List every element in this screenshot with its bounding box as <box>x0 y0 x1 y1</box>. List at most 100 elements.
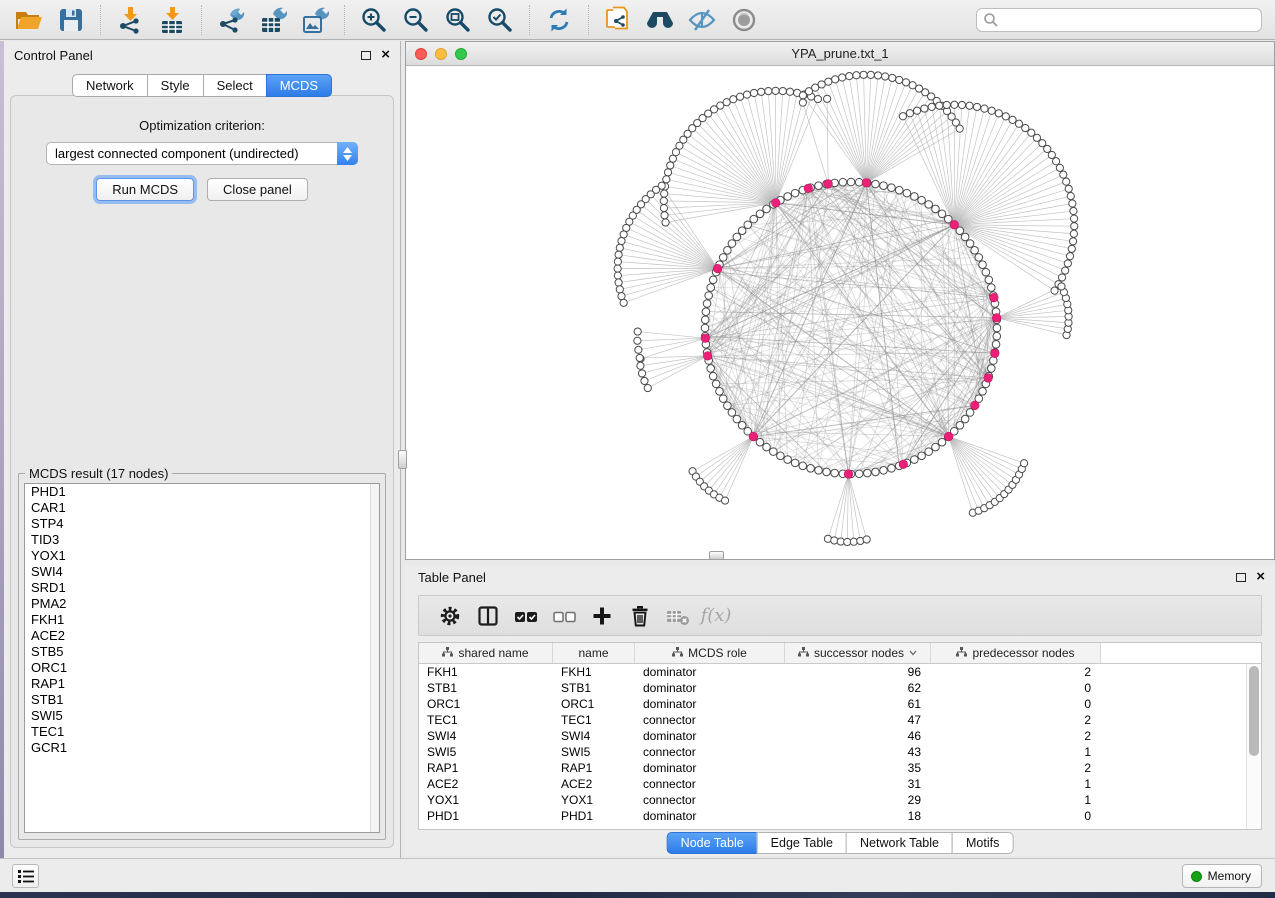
graph-hub-node[interactable] <box>899 460 908 469</box>
table-row[interactable]: SWI5SWI5connector431 <box>419 744 1261 760</box>
graph-node[interactable] <box>982 268 990 276</box>
graph-node[interactable] <box>661 212 668 219</box>
graph-hub-node[interactable] <box>749 432 758 441</box>
graph-node[interactable] <box>614 258 621 265</box>
tab-mcds[interactable]: MCDS <box>266 74 332 97</box>
graph-node[interactable] <box>925 201 933 209</box>
zoom-in-icon[interactable] <box>359 5 389 35</box>
graph-node[interactable] <box>641 377 648 384</box>
function-builder-icon[interactable]: f(x) <box>702 602 730 630</box>
graph-node[interactable] <box>614 265 621 272</box>
graph-node[interactable] <box>925 448 933 456</box>
import-table-icon[interactable] <box>157 5 187 35</box>
graph-node[interactable] <box>928 103 935 110</box>
graph-node[interactable] <box>736 93 743 100</box>
graph-node[interactable] <box>750 89 757 96</box>
memory-button[interactable]: Memory <box>1182 864 1262 888</box>
export-table-icon[interactable] <box>258 5 288 35</box>
mcds-result-item[interactable]: GCR1 <box>25 740 379 756</box>
settings-icon[interactable] <box>436 602 464 630</box>
graph-node[interactable] <box>979 261 987 269</box>
graph-node[interactable] <box>1058 283 1065 290</box>
graph-node[interactable] <box>932 443 940 451</box>
graph-hub-node[interactable] <box>971 401 980 410</box>
graph-node[interactable] <box>660 205 667 212</box>
graph-node[interactable] <box>743 91 750 98</box>
graph-node[interactable] <box>855 470 863 478</box>
graph-node[interactable] <box>1071 223 1078 230</box>
graph-node[interactable] <box>889 74 896 81</box>
graph-node[interactable] <box>667 162 674 169</box>
graph-node[interactable] <box>1070 215 1077 222</box>
network-canvas[interactable] <box>406 66 1274 559</box>
graph-node[interactable] <box>863 536 870 543</box>
graph-node[interactable] <box>966 409 974 417</box>
mcds-result-item[interactable]: SWI5 <box>25 708 379 724</box>
graph-node[interactable] <box>831 469 839 477</box>
graph-node[interactable] <box>874 72 881 79</box>
graph-hub-node[interactable] <box>950 220 959 229</box>
tab-network-table[interactable]: Network Table <box>846 832 953 854</box>
table-scrollbar-thumb[interactable] <box>1249 666 1259 756</box>
graph-node[interactable] <box>814 95 821 102</box>
graph-node[interactable] <box>615 279 622 286</box>
deselect-all-icon[interactable] <box>550 602 578 630</box>
graph-node[interactable] <box>880 182 888 190</box>
columns-icon[interactable] <box>474 602 502 630</box>
graph-node[interactable] <box>995 110 1002 117</box>
delete-row-icon[interactable] <box>626 602 654 630</box>
graph-node[interactable] <box>824 95 831 102</box>
graph-node[interactable] <box>1058 274 1065 281</box>
graph-hub-node[interactable] <box>984 374 993 383</box>
graph-node[interactable] <box>784 193 792 201</box>
graph-node[interactable] <box>906 110 913 117</box>
graph-node[interactable] <box>634 337 641 344</box>
refresh-icon[interactable] <box>544 5 574 35</box>
graph-hub-node[interactable] <box>824 179 833 188</box>
graph-node[interactable] <box>853 72 860 79</box>
graph-node[interactable] <box>993 332 1001 340</box>
graph-node[interactable] <box>664 169 671 176</box>
mcds-result-item[interactable]: CAR1 <box>25 500 379 516</box>
graph-node[interactable] <box>719 254 727 262</box>
graph-node[interactable] <box>839 74 846 81</box>
float-panel-icon[interactable] <box>1236 573 1246 582</box>
mcds-result-item[interactable]: STP4 <box>25 516 379 532</box>
graph-node[interactable] <box>1066 253 1073 260</box>
graph-node[interactable] <box>1015 120 1022 127</box>
mcds-result-item[interactable]: FKH1 <box>25 612 379 628</box>
graph-node[interactable] <box>758 88 765 95</box>
mcds-result-item[interactable]: SWI4 <box>25 564 379 580</box>
graph-node[interactable] <box>993 324 1001 332</box>
graph-node[interactable] <box>620 231 627 238</box>
graph-node[interactable] <box>860 71 867 78</box>
graph-node[interactable] <box>799 92 806 99</box>
close-panel-button[interactable]: Close panel <box>207 178 308 201</box>
add-row-icon[interactable] <box>588 602 616 630</box>
table-row[interactable]: ORC1ORC1dominator610 <box>419 696 1261 712</box>
graph-hub-node[interactable] <box>804 184 813 193</box>
graph-node[interactable] <box>971 247 979 255</box>
table-scrollbar[interactable] <box>1246 664 1261 829</box>
import-network-icon[interactable] <box>115 5 145 35</box>
tab-motifs[interactable]: Motifs <box>952 832 1013 854</box>
mcds-result-scrollbar[interactable] <box>370 484 379 832</box>
column-header-successor-nodes[interactable]: successor nodes <box>785 643 931 663</box>
graph-node[interactable] <box>815 182 823 190</box>
graph-node[interactable] <box>1022 124 1029 131</box>
graph-node[interactable] <box>975 254 983 262</box>
graph-node[interactable] <box>872 180 880 188</box>
graph-node[interactable] <box>724 247 732 255</box>
graph-node[interactable] <box>1056 164 1063 171</box>
graph-node[interactable] <box>936 102 943 109</box>
graph-node[interactable] <box>1052 158 1059 165</box>
graph-node[interactable] <box>951 101 958 108</box>
run-mcds-button[interactable]: Run MCDS <box>96 178 194 201</box>
optimization-dropdown[interactable]: largest connected component (undirected) <box>46 142 358 165</box>
graph-node[interactable] <box>707 365 715 373</box>
graph-node[interactable] <box>786 88 793 95</box>
panel-menu-button[interactable] <box>12 864 39 888</box>
graph-node[interactable] <box>979 388 987 396</box>
mcds-result-item[interactable]: PMA2 <box>25 596 379 612</box>
mcds-result-item[interactable]: STB5 <box>25 644 379 660</box>
